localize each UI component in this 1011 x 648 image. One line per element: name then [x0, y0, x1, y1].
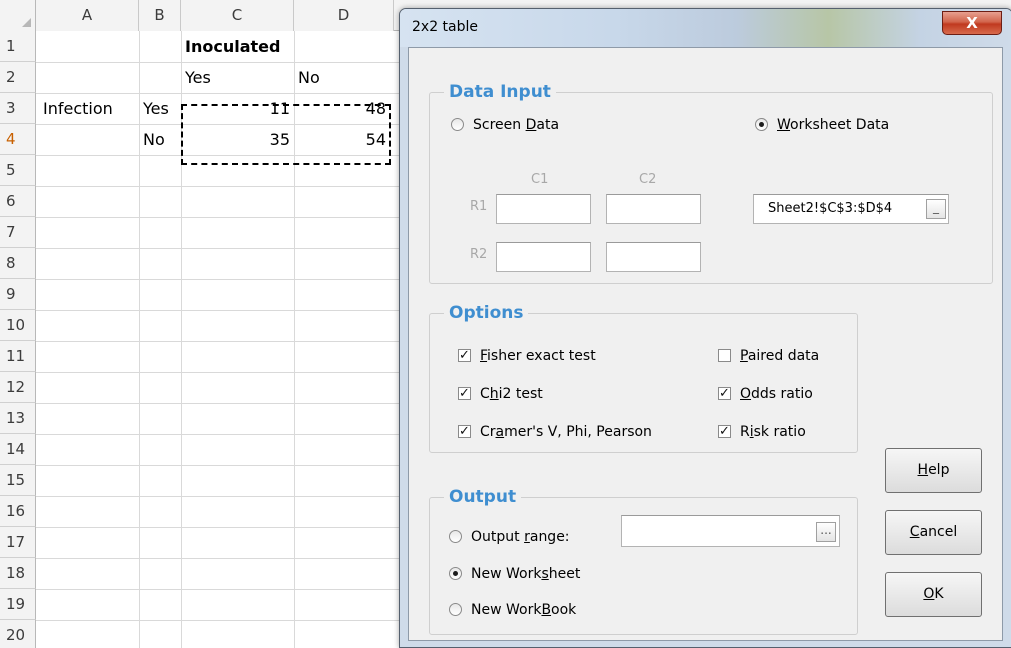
row-header-12[interactable]: 12 — [0, 372, 36, 403]
row-header-8[interactable]: 8 — [0, 248, 36, 279]
dialog-title: 2x2 table — [412, 19, 479, 35]
collapse-dialog-icon: _ — [933, 200, 939, 214]
row-header-20[interactable]: 20 — [0, 620, 36, 648]
row-header-5[interactable]: 5 — [0, 155, 36, 186]
output-range-select-button[interactable]: ... — [816, 522, 836, 542]
check-mark-icon: ✓ — [459, 386, 470, 401]
output-range-label[interactable]: Output range: — [471, 528, 570, 546]
row-header-7[interactable]: 7 — [0, 217, 36, 248]
dialog-title-bar[interactable]: 2x2 table X — [400, 9, 1011, 47]
check-mark-icon: ✓ — [719, 424, 730, 439]
output-range-radio[interactable] — [449, 530, 462, 543]
c2-label: C2 — [639, 172, 657, 187]
new-worksheet-radio[interactable] — [449, 567, 462, 580]
data-input-legend: Data Input — [444, 81, 556, 103]
column-header-b[interactable]: B — [139, 0, 181, 31]
odds-ratio-checkbox[interactable]: ✓ — [718, 387, 731, 400]
row-header-4[interactable]: 4 — [0, 124, 36, 155]
new-worksheet-label[interactable]: New Worksheet — [471, 565, 580, 583]
new-workbook-radio[interactable] — [449, 603, 462, 616]
row-header-18[interactable]: 18 — [0, 558, 36, 589]
select-all-triangle-icon — [22, 18, 31, 27]
row-header-13[interactable]: 13 — [0, 403, 36, 434]
worksheet-range-input[interactable]: Sheet2!$C$3:$D$4 _ — [753, 194, 949, 224]
fisher-exact-test-label[interactable]: Fisher exact test — [480, 347, 596, 365]
ellipsis-icon: ... — [820, 523, 832, 537]
check-mark-icon: ✓ — [459, 348, 470, 363]
output-legend: Output — [444, 486, 522, 508]
row-header-2[interactable]: 2 — [0, 62, 36, 93]
r1-label: R1 — [470, 199, 488, 214]
row-header-10[interactable]: 10 — [0, 310, 36, 341]
screen-data-label[interactable]: Screen Data — [473, 116, 559, 134]
worksheet-range-value: Sheet2!$C$3:$D$4 — [768, 201, 893, 216]
cell-d2[interactable]: No — [294, 62, 324, 93]
options-legend: Options — [444, 302, 529, 324]
two-by-two-table-dialog: 2x2 table X Data Input Screen Data Works… — [399, 8, 1011, 648]
column-header-c[interactable]: C — [181, 0, 294, 31]
row-header-6[interactable]: 6 — [0, 186, 36, 217]
row-header-14[interactable]: 14 — [0, 434, 36, 465]
output-group: Output Output range: ... New Worksheet N… — [429, 486, 858, 635]
output-range-input[interactable]: ... — [621, 515, 840, 547]
worksheet-data-label[interactable]: Worksheet Data — [777, 116, 889, 134]
risk-ratio-label[interactable]: Risk ratio — [740, 423, 806, 441]
column-header-a[interactable]: A — [36, 0, 139, 31]
data-input-group: Data Input Screen Data Worksheet Data C1… — [429, 81, 993, 284]
close-button[interactable]: X — [942, 11, 1002, 35]
fisher-exact-test-checkbox[interactable]: ✓ — [458, 349, 471, 362]
cancel-button[interactable]: Cancel — [885, 510, 982, 555]
paired-data-label[interactable]: Paired data — [740, 347, 819, 365]
row-header-19[interactable]: 19 — [0, 589, 36, 620]
new-workbook-label[interactable]: New WorkBook — [471, 601, 576, 619]
dialog-client-area: Data Input Screen Data Worksheet Data C1… — [408, 47, 1003, 641]
range-select-button[interactable]: _ — [926, 199, 946, 219]
chi2-test-label[interactable]: Chi2 test — [480, 385, 543, 403]
row-header-15[interactable]: 15 — [0, 465, 36, 496]
check-mark-icon: ✓ — [459, 424, 470, 439]
paired-data-checkbox[interactable] — [718, 349, 731, 362]
cell-b3[interactable]: Yes — [139, 93, 173, 124]
row-header-9[interactable]: 9 — [0, 279, 36, 310]
odds-ratio-label[interactable]: Odds ratio — [740, 385, 813, 403]
ok-button[interactable]: OK — [885, 572, 982, 617]
cell-b4[interactable]: No — [139, 124, 169, 155]
c1-label: C1 — [531, 172, 549, 187]
column-header-d[interactable]: D — [294, 0, 394, 31]
row-header-17[interactable]: 17 — [0, 527, 36, 558]
help-button[interactable]: Help — [885, 448, 982, 493]
close-icon: X — [966, 14, 978, 32]
row-header-1[interactable]: 1 — [0, 31, 36, 62]
cramers-v-label[interactable]: Cramer's V, Phi, Pearson — [480, 423, 652, 441]
r1-c1-input[interactable] — [496, 194, 591, 224]
cell-a3[interactable]: Infection — [39, 93, 117, 124]
r2-label: R2 — [470, 247, 488, 262]
select-all-corner[interactable] — [0, 0, 36, 31]
options-group: Options ✓ Fisher exact test ✓ Chi2 test … — [429, 302, 858, 453]
r2-c1-input[interactable] — [496, 242, 591, 272]
screen-data-radio[interactable] — [451, 118, 464, 131]
check-mark-icon: ✓ — [719, 386, 730, 401]
risk-ratio-checkbox[interactable]: ✓ — [718, 425, 731, 438]
chi2-test-checkbox[interactable]: ✓ — [458, 387, 471, 400]
cramers-v-checkbox[interactable]: ✓ — [458, 425, 471, 438]
r1-c2-input[interactable] — [606, 194, 701, 224]
copy-selection-marquee — [181, 104, 391, 165]
cell-c2[interactable]: Yes — [181, 62, 215, 93]
row-header-11[interactable]: 11 — [0, 341, 36, 372]
cell-c1[interactable]: Inoculated — [181, 31, 284, 62]
r2-c2-input[interactable] — [606, 242, 701, 272]
row-header-16[interactable]: 16 — [0, 496, 36, 527]
worksheet-data-radio[interactable] — [755, 118, 768, 131]
row-header-3[interactable]: 3 — [0, 93, 36, 124]
